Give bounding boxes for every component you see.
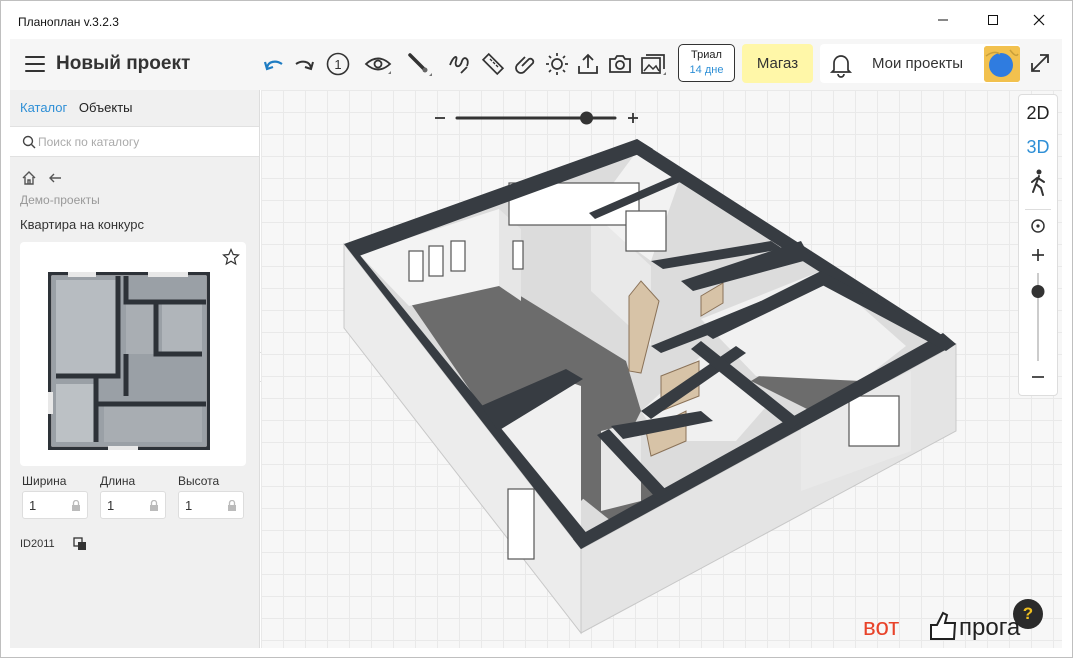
- trial-label: Триал: [691, 49, 722, 61]
- window-title: Планоплан v.3.2.3: [18, 15, 119, 29]
- target-icon[interactable]: [1030, 218, 1046, 234]
- apartment-3d-model[interactable]: [261, 90, 1062, 648]
- visibility-button[interactable]: [362, 47, 394, 81]
- brush-icon: [408, 53, 432, 76]
- lock-icon: [72, 500, 80, 511]
- notifications-button[interactable]: [828, 52, 854, 78]
- width-value: 1: [29, 498, 37, 513]
- item-id-row: ID2011: [20, 537, 87, 551]
- undo-button[interactable]: [258, 47, 290, 81]
- length-label: Длина: [100, 474, 136, 488]
- maximize-icon: [988, 15, 998, 25]
- width-input[interactable]: 1: [22, 491, 88, 519]
- width-field: Ширина 1: [22, 474, 89, 519]
- redo-icon: [295, 60, 314, 71]
- watermark-left: вот: [863, 614, 899, 641]
- height-label: Высота: [178, 474, 220, 488]
- breadcrumb[interactable]: Демо-проекты: [20, 193, 100, 207]
- screenshot-button[interactable]: [604, 47, 636, 81]
- title-bar: Планоплан v.3.2.3: [1, 1, 1072, 39]
- lock-icon: [150, 500, 158, 511]
- length-value: 1: [107, 498, 115, 513]
- panel-tabs: Каталог Объекты: [20, 100, 133, 115]
- gallery-icon: [641, 54, 666, 75]
- zoom-knob: [1031, 284, 1045, 298]
- brush-button[interactable]: [403, 47, 435, 81]
- sun-icon: [546, 53, 568, 75]
- store-button[interactable]: Магаз: [742, 44, 813, 83]
- controls-divider: [1025, 209, 1051, 210]
- minimize-icon: [938, 19, 948, 21]
- back-arrow-icon[interactable]: [47, 170, 63, 186]
- wire-button[interactable]: [443, 47, 475, 81]
- ruler-button[interactable]: [477, 47, 509, 81]
- walk-mode-icon[interactable]: [1027, 168, 1049, 196]
- view-2d-button[interactable]: 2D: [1019, 103, 1057, 124]
- paperclip-icon: [515, 56, 535, 74]
- trial-badge[interactable]: Триал 14 дне: [678, 44, 735, 82]
- expand-icon: [1031, 54, 1049, 72]
- width-label: Ширина: [22, 474, 67, 488]
- close-icon: [1033, 14, 1045, 26]
- avatar-image: [984, 46, 1020, 82]
- search-icon: [22, 135, 36, 149]
- catalog-nav: [21, 170, 63, 186]
- copy-icon[interactable]: [73, 537, 87, 551]
- trial-days: 14 дне: [689, 64, 724, 76]
- ruler-icon: [481, 52, 505, 76]
- lock-icon: [228, 500, 236, 511]
- catalog-panel: Каталог Объекты Демо-проекты Квартира на…: [10, 90, 260, 648]
- level-number: 1: [334, 57, 341, 72]
- my-projects-link[interactable]: Мои проекты: [872, 55, 963, 72]
- length-input[interactable]: 1: [100, 491, 166, 519]
- watermark-logo: вот прога: [863, 611, 1021, 641]
- floor-plan-thumbnail: [48, 272, 210, 450]
- catalog-item-title: Квартира на конкурс: [20, 217, 144, 232]
- tab-catalog[interactable]: Каталог: [20, 100, 67, 115]
- bell-icon: [829, 55, 853, 78]
- avatar[interactable]: [984, 46, 1020, 82]
- view-zoom-slider[interactable]: [1019, 245, 1057, 385]
- camera-icon: [609, 55, 631, 73]
- undo-icon: [263, 60, 283, 71]
- level-button[interactable]: 1: [322, 47, 354, 81]
- home-icon[interactable]: [21, 170, 37, 186]
- maximize-button[interactable]: [970, 1, 1016, 39]
- view-3d-button[interactable]: 3D: [1019, 137, 1057, 158]
- view-controls: 2D 3D: [1018, 94, 1058, 396]
- wire-icon: [449, 56, 469, 74]
- redo-button[interactable]: [288, 47, 320, 81]
- watermark-right: прога: [959, 614, 1021, 641]
- export-button[interactable]: [572, 47, 604, 81]
- fullscreen-button[interactable]: [1028, 51, 1054, 77]
- level-icon: 1: [326, 52, 350, 76]
- height-input[interactable]: 1: [178, 491, 244, 519]
- height-field: Высота 1: [178, 474, 245, 519]
- minimize-button[interactable]: [920, 1, 966, 39]
- star-icon[interactable]: [222, 248, 240, 266]
- eye-icon: [364, 57, 392, 74]
- menu-icon[interactable]: [25, 56, 45, 72]
- project-card[interactable]: [20, 242, 246, 466]
- item-id: ID2011: [20, 538, 55, 550]
- app-window: Планоплан v.3.2.3 Новый проект 1 Триал 1…: [0, 0, 1073, 658]
- 3d-viewport[interactable]: [261, 90, 1062, 648]
- length-field: Длина 1: [100, 474, 167, 519]
- app-header: Новый проект 1 Триал 14 дне Магаз Мои пр…: [10, 39, 1062, 90]
- attach-button[interactable]: [510, 47, 542, 81]
- user-area: Мои проекты: [820, 44, 1020, 83]
- close-button[interactable]: [1016, 1, 1062, 39]
- tab-objects[interactable]: Объекты: [79, 100, 133, 115]
- catalog-search: [10, 126, 259, 157]
- search-input[interactable]: [38, 132, 248, 152]
- project-title[interactable]: Новый проект: [56, 53, 190, 75]
- lighting-button[interactable]: [541, 47, 573, 81]
- gallery-button[interactable]: [637, 47, 669, 81]
- upload-icon: [578, 53, 598, 74]
- height-value: 1: [185, 498, 193, 513]
